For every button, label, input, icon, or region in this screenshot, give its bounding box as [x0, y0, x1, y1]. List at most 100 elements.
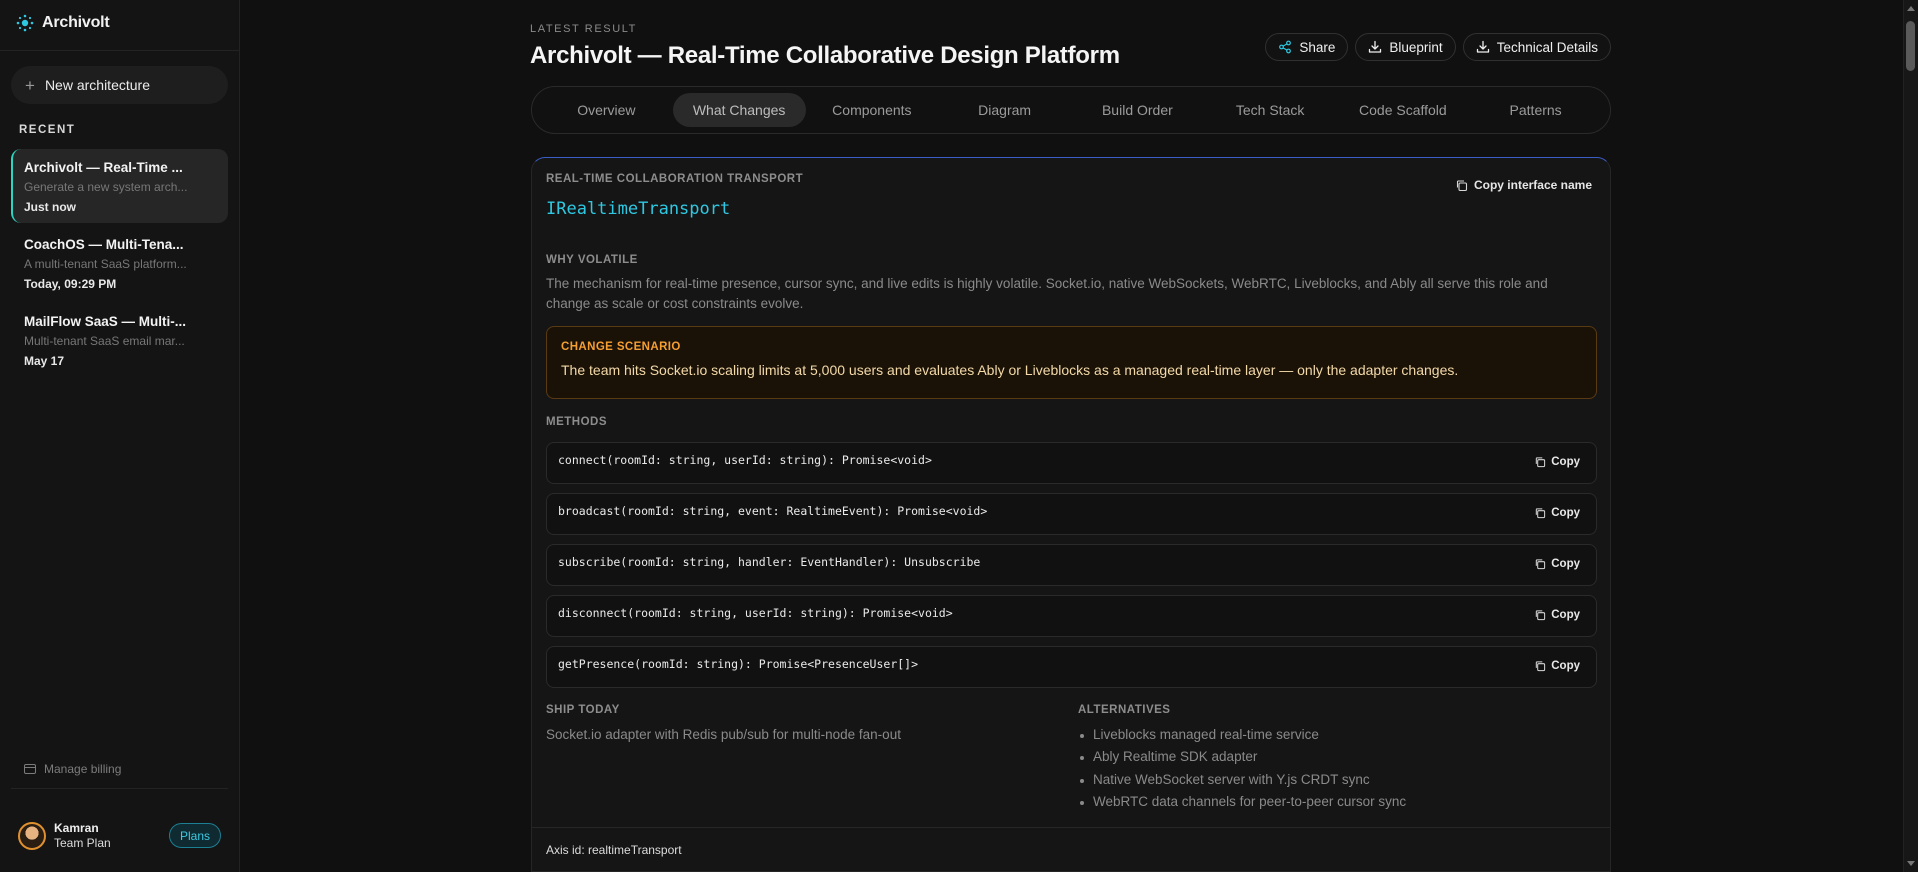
- method-row: disconnect(roomId: string, userId: strin…: [546, 595, 1597, 637]
- method-signature: broadcast(roomId: string, event: Realtim…: [558, 504, 988, 518]
- recent-item-time: May 17: [24, 354, 65, 368]
- brand-name: Archivolt: [42, 14, 110, 31]
- copy-method-button[interactable]: Copy: [1534, 456, 1580, 468]
- copy-label: Copy: [1551, 558, 1580, 570]
- alternative-item: Ably Realtime SDK adapter: [1078, 749, 1406, 771]
- share-label: Share: [1299, 39, 1336, 55]
- sidebar: Archivolt + New architecture RECENT Arch…: [0, 0, 240, 872]
- method-signature: connect(roomId: string, userId: string):…: [558, 453, 932, 467]
- copy-icon: [1456, 179, 1468, 191]
- tab-components[interactable]: Components: [806, 93, 939, 127]
- user-plan: Team Plan: [54, 836, 111, 850]
- alternative-item: Liveblocks managed real-time service: [1078, 727, 1406, 749]
- technical-details-download-button[interactable]: Technical Details: [1462, 33, 1611, 61]
- share-icon: [1279, 40, 1292, 54]
- copy-interface-label: Copy interface name: [1473, 178, 1592, 192]
- copy-icon: [1536, 559, 1546, 570]
- copy-icon: [1536, 508, 1546, 519]
- method-row: getPresence(roomId: string): Promise<Pre…: [546, 646, 1597, 688]
- blueprint-label: Blueprint: [1389, 39, 1443, 55]
- result-eyebrow: LATEST RESULT: [530, 23, 637, 35]
- scroll-down-arrow-icon[interactable]: [1907, 861, 1915, 866]
- plans-button[interactable]: Plans: [169, 823, 221, 848]
- copy-label: Copy: [1551, 609, 1580, 621]
- brand[interactable]: Archivolt: [16, 14, 110, 32]
- copy-method-button[interactable]: Copy: [1534, 609, 1580, 621]
- copy-icon: [1536, 661, 1546, 672]
- copy-label: Copy: [1551, 660, 1580, 672]
- tab-what-changes[interactable]: What Changes: [672, 93, 806, 127]
- copy-icon: [1536, 457, 1546, 468]
- method-row: connect(roomId: string, userId: string):…: [546, 442, 1597, 484]
- recent-item-mailflow[interactable]: MailFlow SaaS — Multi-... Multi-tenant S…: [11, 303, 228, 377]
- alternative-item: Native WebSocket server with Y.js CRDT s…: [1078, 772, 1406, 794]
- blueprint-download-button[interactable]: Blueprint: [1355, 33, 1456, 61]
- change-scenario-text: The team hits Socket.io scaling limits a…: [561, 362, 1459, 378]
- method-row: subscribe(roomId: string, handler: Event…: [546, 544, 1597, 586]
- copy-icon: [1536, 610, 1546, 621]
- share-button[interactable]: Share: [1265, 33, 1349, 61]
- recent-item-title: MailFlow SaaS — Multi-...: [24, 314, 187, 329]
- copy-interface-name-button[interactable]: Copy interface name: [1455, 178, 1592, 192]
- recent-item-coachos[interactable]: CoachOS — Multi-Tena... A multi-tenant S…: [11, 226, 228, 300]
- why-volatile-heading: WHY VOLATILE: [546, 254, 638, 266]
- recent-item-desc: A multi-tenant SaaS platform...: [24, 257, 187, 271]
- recent-heading: RECENT: [19, 124, 76, 136]
- scroll-up-arrow-icon[interactable]: [1907, 6, 1915, 11]
- user-name: Kamran: [54, 821, 99, 835]
- copy-label: Copy: [1551, 507, 1580, 519]
- ship-today-heading: SHIP TODAY: [546, 704, 620, 716]
- credit-card-icon: [24, 764, 36, 774]
- result-tabs: Overview What Changes Components Diagram…: [531, 86, 1611, 134]
- recent-item-time: Just now: [24, 200, 77, 214]
- recent-item-time: Today, 09:29 PM: [24, 277, 117, 291]
- recent-item-title: CoachOS — Multi-Tena...: [24, 237, 184, 252]
- axis-id: Axis id: realtimeTransport: [546, 843, 682, 857]
- download-icon: [1476, 40, 1489, 53]
- recent-item-title: Archivolt — Real-Time ...: [24, 160, 183, 175]
- scrollbar-thumb[interactable]: [1906, 21, 1915, 71]
- method-signature: subscribe(roomId: string, handler: Event…: [558, 555, 981, 569]
- copy-method-button[interactable]: Copy: [1534, 507, 1580, 519]
- tab-diagram[interactable]: Diagram: [938, 93, 1071, 127]
- recent-item-desc: Multi-tenant SaaS email mar...: [24, 334, 185, 348]
- why-volatile-text: The mechanism for real-time presence, cu…: [546, 276, 1548, 311]
- copy-method-button[interactable]: Copy: [1534, 558, 1580, 570]
- copy-label: Copy: [1551, 456, 1580, 468]
- new-architecture-button[interactable]: + New architecture: [11, 66, 228, 104]
- alternative-item: WebRTC data channels for peer-to-peer cu…: [1078, 794, 1406, 816]
- plus-icon: +: [25, 75, 35, 95]
- volatility-axis-card: REAL-TIME COLLABORATION TRANSPORT IRealt…: [531, 157, 1611, 872]
- tab-overview[interactable]: Overview: [540, 93, 673, 127]
- page-scrollbar[interactable]: [1903, 0, 1918, 872]
- card-footer-divider: [532, 827, 1610, 828]
- manage-billing-link[interactable]: Manage billing: [24, 762, 121, 776]
- technical-details-label: Technical Details: [1496, 39, 1598, 55]
- axis-section-title: REAL-TIME COLLABORATION TRANSPORT: [546, 173, 804, 185]
- header-actions: Share Blueprint Technical Details: [1265, 33, 1611, 61]
- sidebar-divider: [0, 50, 240, 51]
- user-profile[interactable]: Kamran Team Plan: [18, 821, 111, 851]
- sidebar-footer-divider: [11, 788, 228, 789]
- tab-patterns[interactable]: Patterns: [1469, 93, 1602, 127]
- copy-method-button[interactable]: Copy: [1534, 660, 1580, 672]
- tab-tech-stack[interactable]: Tech Stack: [1204, 93, 1337, 127]
- recent-list: Archivolt — Real-Time ... Generate a new…: [11, 149, 228, 380]
- recent-item-archivolt[interactable]: Archivolt — Real-Time ... Generate a new…: [11, 149, 228, 223]
- method-signature: disconnect(roomId: string, userId: strin…: [558, 606, 953, 620]
- method-signature: getPresence(roomId: string): Promise<Pre…: [558, 657, 919, 671]
- recent-item-desc: Generate a new system arch...: [24, 180, 188, 194]
- download-icon: [1369, 40, 1382, 53]
- tab-code-scaffold[interactable]: Code Scaffold: [1337, 93, 1470, 127]
- change-scenario-box: CHANGE SCENARIO The team hits Socket.io …: [546, 326, 1597, 399]
- alternatives-list: Liveblocks managed real-time service Abl…: [1078, 727, 1406, 816]
- methods-heading: METHODS: [546, 416, 607, 428]
- manage-billing-label: Manage billing: [44, 762, 122, 776]
- page-title: Archivolt — Real-Time Collaborative Desi…: [530, 42, 1120, 69]
- change-scenario-heading: CHANGE SCENARIO: [561, 341, 681, 353]
- alternatives-heading: ALTERNATIVES: [1078, 704, 1171, 716]
- tab-build-order[interactable]: Build Order: [1071, 93, 1204, 127]
- avatar: [18, 822, 46, 850]
- interface-name: IRealtimeTransport: [546, 199, 731, 219]
- archivolt-logo-icon: [16, 14, 34, 32]
